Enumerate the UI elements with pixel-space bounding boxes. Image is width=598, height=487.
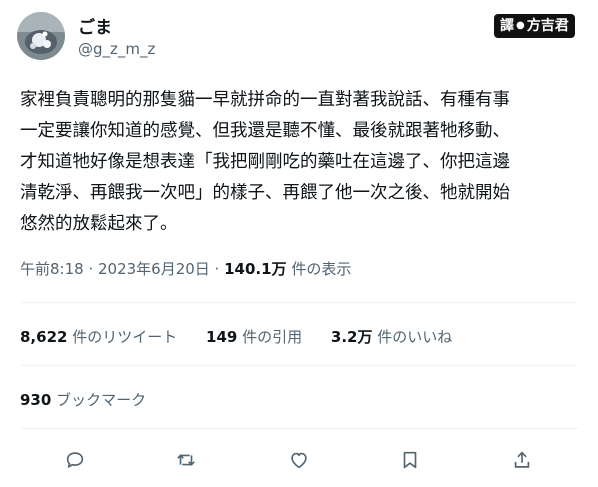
likes-stat[interactable]: 3.2万 件のいいね — [331, 328, 452, 346]
heart-icon — [291, 452, 307, 469]
view-count: 140.1万 — [224, 260, 287, 278]
bookmark-label: ブックマーク — [51, 391, 147, 409]
bookmarks-stat[interactable]: 930 ブックマーク — [20, 389, 146, 410]
share-icon — [514, 451, 530, 468]
view-label: 件の表示 — [286, 260, 352, 278]
action-bar — [0, 444, 598, 476]
divider — [20, 428, 578, 429]
quotes-stat[interactable]: 149 件の引用 — [206, 328, 302, 346]
engagement-stats: 8,622 件のリツイート 149 件の引用 3.2万 件のいいね — [20, 326, 476, 347]
author-display-name[interactable]: ごま — [78, 13, 112, 38]
author-handle[interactable]: @g_z_m_z — [78, 40, 155, 58]
tweet-line: 一定要讓你知道的感覺、但我還是聽不懂、最後就跟著牠移動、 — [20, 121, 510, 141]
bookmark-button[interactable] — [394, 444, 426, 476]
divider — [20, 302, 578, 303]
timestamp-link[interactable]: 午前8:18 · 2023年6月20日 · — [20, 260, 224, 278]
translator-prefix: 譯 — [500, 18, 514, 34]
bookmark-count: 930 — [20, 391, 52, 409]
bookmark-icon — [403, 451, 417, 469]
translator-badge: 譯 ● 方吉君 — [494, 14, 575, 38]
avatar[interactable] — [17, 12, 65, 60]
tweet-line: 家裡負責聰明的那隻貓一早就拼命的一直對著我說話、有種有事 — [20, 90, 510, 110]
like-button[interactable] — [283, 444, 315, 476]
separator-dot: ● — [516, 20, 525, 31]
quote-count: 149 — [206, 328, 238, 346]
retweets-stat[interactable]: 8,622 件のリツイート — [20, 328, 177, 346]
reply-button[interactable] — [59, 444, 91, 476]
tweet-line: 清乾淨、再餵我一次吧」的樣子、再餵了他一次之後、牠就開始 — [20, 183, 510, 203]
like-label: 件のいいね — [372, 328, 453, 346]
tweet-meta: 午前8:18 · 2023年6月20日 · 140.1万 件の表示 — [20, 258, 351, 279]
quote-label: 件の引用 — [237, 328, 303, 346]
cat-photo-avatar — [17, 12, 65, 60]
reply-icon — [66, 452, 84, 468]
retweet-label: 件のリツイート — [67, 328, 178, 346]
tweet-text: 家裡負責聰明的那隻貓一早就拼命的一直對著我說話、有種有事 一定要讓你知道的感覺、… — [20, 85, 585, 240]
retweet-count: 8,622 — [20, 328, 68, 346]
tweet-line: 才知道牠好像是想表達「我把剛剛吃的藥吐在這邊了、你把這邊 — [20, 152, 510, 172]
divider — [20, 365, 578, 366]
share-button[interactable] — [506, 444, 538, 476]
retweet-icon — [177, 454, 195, 466]
translator-name: 方吉君 — [526, 18, 569, 34]
like-count: 3.2万 — [330, 328, 373, 346]
retweet-button[interactable] — [170, 444, 202, 476]
tweet-line: 悠然的放鬆起來了。 — [20, 214, 178, 234]
